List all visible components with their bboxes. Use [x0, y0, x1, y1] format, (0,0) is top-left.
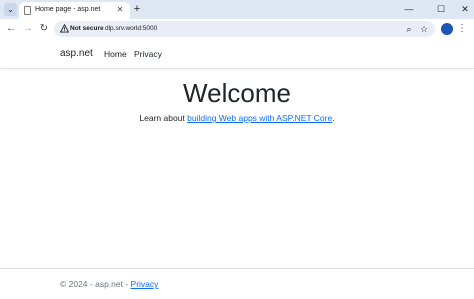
- chevron-down-icon: ⌄: [7, 5, 14, 14]
- zoom-icon: ⌕: [406, 24, 412, 34]
- zoom-button[interactable]: ⌕: [403, 23, 415, 35]
- reload-button[interactable]: ↻: [37, 22, 51, 36]
- bookmark-button[interactable]: ☆: [418, 23, 430, 35]
- tab-title: Home page - asp.net: [35, 6, 101, 13]
- nav-link-home[interactable]: Home: [104, 49, 127, 59]
- site-navbar: asp.net Home Privacy: [0, 40, 474, 69]
- tab-search-button[interactable]: ⌄: [4, 3, 17, 16]
- warning-icon: [60, 24, 69, 33]
- maximize-icon: ☐: [436, 4, 446, 14]
- star-icon: ☆: [419, 24, 429, 34]
- plus-icon: +: [133, 3, 141, 15]
- minimize-button[interactable]: —: [402, 2, 416, 16]
- url-text[interactable]: dlp.srv.world:5000: [105, 25, 157, 32]
- address-bar[interactable]: Not secure dlp.srv.world:5000 ⌕ ☆: [54, 21, 435, 37]
- lead-text: Learn about building Web apps with ASP.N…: [0, 113, 474, 123]
- footer-text: © 2024 - asp.net - Privacy: [60, 279, 158, 289]
- close-window-button[interactable]: ✕: [458, 2, 472, 16]
- browser-tab[interactable]: Home page - asp.net ✕: [19, 2, 130, 19]
- profile-icon[interactable]: [441, 23, 453, 35]
- browser-toolbar: ← → ↻ Not secure dlp.srv.world:5000 ⌕ ☆: [0, 19, 474, 40]
- minimize-icon: —: [404, 4, 414, 14]
- forward-arrow-icon: →: [23, 23, 33, 34]
- nav-link-privacy[interactable]: Privacy: [134, 49, 162, 59]
- back-button[interactable]: ←: [4, 22, 18, 36]
- more-vert-icon[interactable]: ⋮: [457, 22, 467, 36]
- site-brand[interactable]: asp.net: [60, 48, 93, 59]
- tab-close-icon[interactable]: ✕: [115, 5, 125, 15]
- site-footer: © 2024 - asp.net - Privacy: [0, 268, 474, 299]
- close-icon: ✕: [461, 4, 469, 14]
- page-title: Welcome: [183, 78, 291, 108]
- page-icon: [24, 6, 31, 15]
- lead-suffix: .: [332, 113, 335, 123]
- security-label[interactable]: Not secure: [70, 25, 104, 32]
- maximize-button[interactable]: ☐: [434, 2, 448, 16]
- new-tab-button[interactable]: +: [131, 2, 143, 16]
- aspnet-docs-link[interactable]: building Web apps with ASP.NET Core: [187, 113, 332, 123]
- lead-prefix: Learn about: [139, 113, 188, 123]
- reload-icon: ↻: [39, 23, 49, 34]
- forward-button[interactable]: →: [21, 22, 35, 36]
- footer-privacy-link[interactable]: Privacy: [131, 279, 159, 289]
- copyright-text: © 2024 - asp.net -: [60, 279, 131, 289]
- browser-tabstrip: ⌄ Home page - asp.net ✕ + — ☐ ✕: [0, 0, 474, 19]
- back-arrow-icon: ←: [6, 23, 16, 34]
